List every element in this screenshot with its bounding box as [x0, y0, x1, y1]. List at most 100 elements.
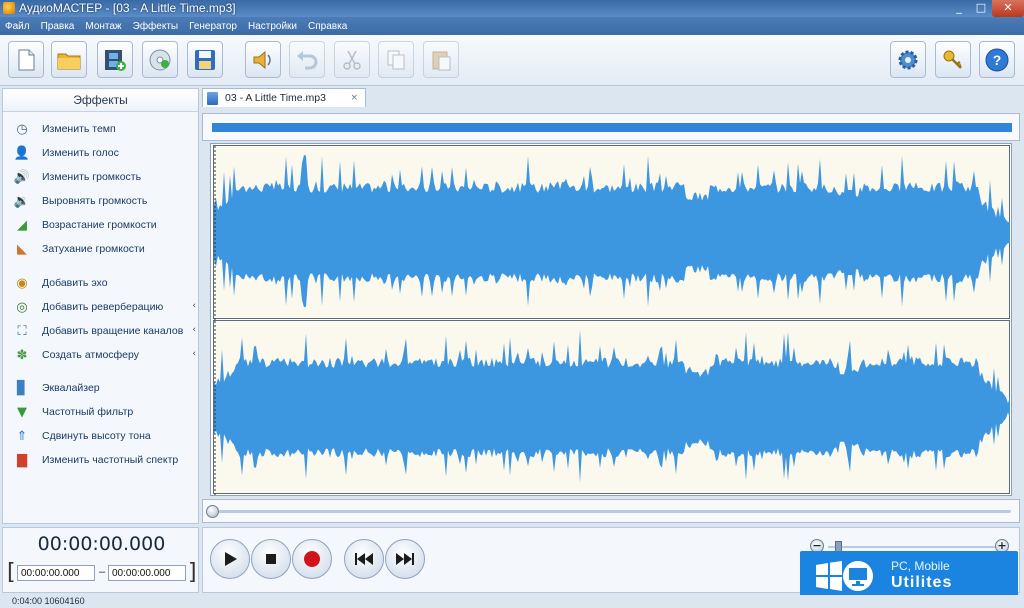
speaker-button[interactable]	[245, 41, 281, 78]
effect-create-atmosphere[interactable]: ✽ Создать атмосферу ‹	[13, 346, 198, 364]
volume-icon: 🔊	[13, 169, 31, 185]
effect-add-echo[interactable]: ◉ Добавить эхо	[13, 274, 198, 292]
level-volume-icon: 🔉	[13, 193, 31, 209]
menu-montage[interactable]: Монтаж	[85, 21, 121, 32]
effect-rotate-channels[interactable]: ⛶ Добавить вращение каналов ‹	[13, 322, 198, 340]
waveform-left	[214, 146, 1010, 320]
effect-frequency-filter[interactable]: ▼ Частотный фильтр	[13, 403, 198, 421]
zoom-slider-track[interactable]	[828, 546, 998, 548]
watermark-line1: PC, Mobile	[891, 559, 950, 573]
undo-icon	[297, 50, 318, 69]
bracket-right: ]	[188, 560, 197, 585]
new-file-button[interactable]	[8, 41, 44, 78]
audio-file-icon	[207, 91, 218, 105]
window-title: АудиоМАСТЕР - [03 - A Little Time.mp3]	[19, 1, 236, 15]
echo-icon: ◉	[16, 275, 28, 291]
menu-effects[interactable]: Эффекты	[133, 21, 178, 32]
add-from-video-button[interactable]	[97, 41, 133, 78]
paste-button[interactable]	[423, 41, 459, 78]
effect-level-volume[interactable]: 🔉 Выровнять громкость	[13, 192, 198, 210]
fade-out-icon: ◣	[17, 241, 27, 257]
filter-icon: ▼	[17, 404, 27, 420]
copy-button[interactable]	[378, 41, 414, 78]
activation-button[interactable]	[935, 41, 971, 78]
selection-end-input[interactable]	[108, 565, 186, 581]
paste-icon	[432, 51, 451, 70]
scroll-thumb[interactable]	[206, 505, 219, 518]
menu-bar: Файл Правка Монтаж Эффекты Генератор Нас…	[0, 17, 1024, 35]
status-text: 0:04:00 10604160	[12, 596, 85, 606]
minimize-button[interactable]: _	[948, 0, 970, 17]
svg-text:?: ?	[993, 52, 1002, 68]
tab-label: 03 - A Little Time.mp3	[225, 92, 326, 104]
timeline-scrollbar[interactable]	[202, 499, 1020, 523]
menu-help[interactable]: Справка	[308, 21, 347, 32]
close-button[interactable]: ✕	[992, 0, 1024, 17]
film-add-icon	[105, 49, 126, 71]
waveform-area[interactable]	[210, 143, 1012, 496]
load-from-cd-button[interactable]	[142, 41, 178, 78]
play-icon	[225, 552, 237, 566]
key-icon	[943, 50, 962, 69]
waveform-shape	[214, 329, 1010, 483]
help-button[interactable]: ?	[979, 41, 1015, 78]
effect-fade-out[interactable]: ◣ Затухание громкости	[13, 240, 198, 258]
menu-file[interactable]: Файл	[5, 21, 30, 32]
fast-forward-icon	[396, 553, 414, 565]
scroll-track[interactable]	[217, 510, 1011, 513]
bracket-left: [	[7, 560, 16, 585]
reverb-icon: ◎	[16, 299, 28, 315]
effect-fade-in[interactable]: ◢ Возрастание громкости	[13, 216, 198, 234]
rewind-icon	[355, 553, 373, 565]
clock-icon: ◷	[16, 121, 28, 137]
settings-button[interactable]	[890, 41, 926, 78]
record-button[interactable]	[292, 539, 332, 579]
effect-change-tempo[interactable]: ◷ Изменить темп	[13, 120, 198, 138]
speaker-icon	[253, 50, 271, 69]
status-bar: 0:04:00 10604160	[0, 595, 1024, 608]
effect-pitch-shift[interactable]: ⇑ Сдвинуть высоту тона	[13, 427, 198, 445]
scissors-icon	[343, 50, 361, 70]
atmosphere-icon: ✽	[16, 347, 28, 363]
toolbar: ?	[0, 35, 1024, 86]
stop-button[interactable]	[251, 539, 291, 579]
tab-close-icon[interactable]: ×	[350, 93, 358, 103]
menu-edit[interactable]: Правка	[41, 21, 75, 32]
record-icon	[304, 551, 320, 567]
range-separator: –	[99, 566, 106, 578]
maximize-button[interactable]: □	[970, 0, 992, 17]
window-controls: _ □ ✕	[948, 0, 1024, 17]
open-file-button[interactable]	[51, 41, 87, 78]
effect-add-reverb[interactable]: ◎ Добавить реверберацию ‹	[13, 298, 198, 316]
save-button[interactable]	[187, 41, 223, 78]
effects-panel-header: Эффекты	[3, 89, 198, 112]
watermark: PC, Mobile Utilites	[800, 551, 1018, 601]
effect-change-voice[interactable]: 👤 Изменить голос	[13, 144, 198, 162]
menu-generator[interactable]: Генератор	[189, 21, 237, 32]
waveform-channel-left[interactable]	[213, 145, 1010, 320]
track-overview[interactable]	[202, 113, 1020, 141]
submenu-arrow-icon: ‹	[192, 349, 196, 359]
waveform-channel-right[interactable]	[213, 320, 1010, 495]
effect-equalizer[interactable]: ▊ Эквалайзер	[13, 379, 198, 397]
windows-monitor-logo-icon	[816, 561, 873, 591]
effect-change-volume[interactable]: 🔊 Изменить громкость	[13, 168, 198, 186]
submenu-arrow-icon: ‹	[192, 301, 196, 311]
undo-button[interactable]	[289, 41, 325, 78]
current-time: 00:00:00.000	[37, 533, 166, 555]
play-button[interactable]	[210, 539, 250, 579]
fast-forward-button[interactable]	[385, 539, 425, 579]
floppy-icon	[195, 49, 215, 70]
cut-button[interactable]	[334, 41, 370, 78]
rotate-channels-icon: ⛶	[17, 323, 27, 339]
new-document-icon	[18, 49, 35, 70]
app-icon	[3, 2, 15, 14]
tab-file[interactable]: 03 - A Little Time.mp3 ×	[202, 88, 366, 107]
rewind-button[interactable]	[344, 539, 384, 579]
menu-settings[interactable]: Настройки	[248, 21, 297, 32]
selection-start-input[interactable]	[17, 565, 95, 581]
waveform-shape	[214, 155, 1010, 308]
overview-bar[interactable]	[212, 123, 1012, 132]
pitch-icon: ⇑	[16, 428, 28, 444]
effect-frequency-spectrum[interactable]: ▇ Изменить частотный спектр	[13, 451, 198, 469]
